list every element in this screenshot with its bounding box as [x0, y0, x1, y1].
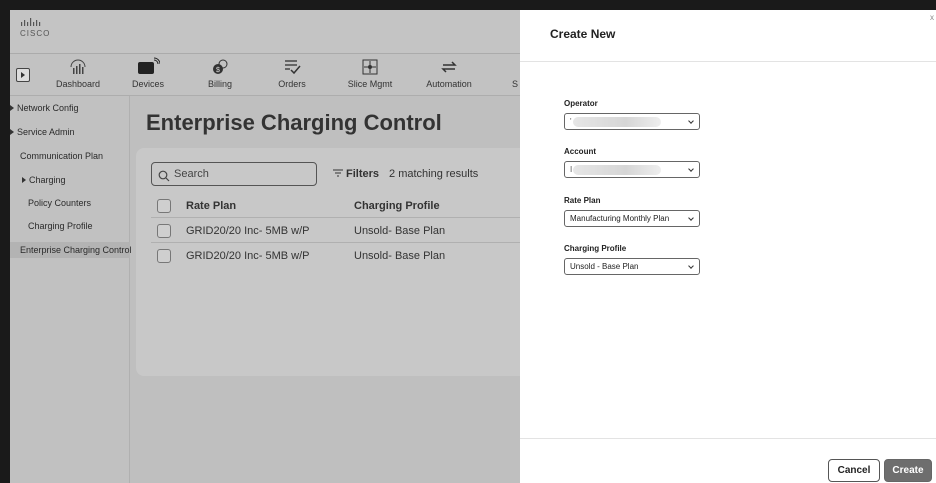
nav-label-devices: Devices	[131, 79, 164, 89]
close-icon[interactable]: x	[930, 13, 934, 22]
redacted-value	[573, 165, 661, 175]
billing-icon: $	[200, 56, 240, 78]
charging-profile-value: Unsold - Base Plan	[570, 262, 639, 271]
sidebar-item-service-admin[interactable]: Service Admin	[10, 124, 75, 140]
cisco-logo: CISCO	[20, 18, 50, 44]
nav-label-slice-mgmt: Slice Mgmt	[347, 79, 393, 89]
nav-label-billing: Billing	[207, 79, 232, 89]
main-content: Enterprise Charging Control Search Filte…	[131, 96, 520, 483]
main-nav: Dashboard Devices $ Billing Orders Slice…	[10, 54, 520, 96]
slice-mgmt-icon	[345, 56, 395, 78]
select-all-checkbox[interactable]	[157, 199, 171, 213]
results-card: Search Filters 2 matching results Rate Pl…	[136, 148, 520, 376]
table-header: Rate Plan Charging Profile	[151, 194, 520, 218]
page-title: Enterprise Charging Control	[146, 110, 442, 135]
nav-item-slice-mgmt[interactable]: Slice Mgmt	[345, 56, 395, 94]
account-label: Account	[564, 147, 596, 156]
cancel-button[interactable]: Cancel	[828, 459, 880, 482]
nav-label-truncated: S	[511, 79, 518, 89]
caret-right-icon	[10, 128, 14, 135]
redacted-value	[573, 117, 661, 127]
row-checkbox[interactable]	[157, 249, 171, 263]
rate-plan-value: Manufacturing Monthly Plan	[570, 214, 670, 223]
nav-item-orders[interactable]: Orders	[272, 56, 312, 94]
automation-icon	[420, 56, 478, 78]
sidebar-item-enterprise-charging-control[interactable]: Enterprise Charging Control	[10, 242, 132, 258]
row-checkbox[interactable]	[157, 224, 171, 238]
nav-item-truncated[interactable]: S	[510, 56, 520, 94]
sidebar-item-charging[interactable]: Charging	[22, 172, 66, 188]
nav-label-dashboard: Dashboard	[55, 79, 101, 89]
devices-icon	[128, 56, 168, 78]
caret-right-icon	[22, 176, 26, 183]
chevron-down-icon	[688, 118, 694, 124]
search-icon	[158, 168, 170, 190]
orders-icon	[272, 56, 312, 78]
charging-profile-select[interactable]: Unsold - Base Plan	[564, 258, 700, 275]
column-header-charging-profile: Charging Profile	[354, 200, 440, 212]
table-row[interactable]: GRID20/20 Inc- 5MB w/P Unsold- Base Plan	[151, 244, 520, 268]
panel-header: Create New x	[520, 10, 936, 62]
nav-item-billing[interactable]: $ Billing	[200, 56, 240, 94]
rate-plan-label: Rate Plan	[564, 196, 601, 205]
caret-right-icon	[10, 104, 14, 111]
create-button[interactable]: Create	[884, 459, 932, 482]
create-new-panel: Create New x Operator ' Account I Rate P…	[520, 10, 936, 483]
filters-button[interactable]: Filters	[346, 168, 379, 180]
operator-value-fragment: '	[570, 117, 572, 126]
app-window: CISCO Dashboard Devices $ Billing Orders…	[10, 10, 936, 483]
dashboard-icon	[50, 56, 106, 78]
search-input[interactable]: Search	[151, 162, 317, 186]
cell-rate-plan: GRID20/20 Inc- 5MB w/P	[186, 225, 310, 237]
cell-charging-profile: Unsold- Base Plan	[354, 225, 446, 237]
operator-select[interactable]: '	[564, 113, 700, 130]
sidebar-item-charging-profile[interactable]: Charging Profile	[28, 218, 93, 234]
chevron-down-icon	[688, 166, 694, 172]
search-placeholder: Search	[174, 168, 209, 180]
nav-label-automation: Automation	[426, 79, 472, 89]
panel-footer: Cancel Create	[520, 438, 936, 483]
filter-icon	[333, 168, 343, 180]
sidebar-item-network-config[interactable]: Network Config	[10, 100, 79, 116]
rate-plan-select[interactable]: Manufacturing Monthly Plan	[564, 210, 700, 227]
column-header-rate-plan: Rate Plan	[186, 200, 237, 212]
nav-item-dashboard[interactable]: Dashboard	[50, 56, 106, 94]
sidebar: Network Config Service Admin Communicati…	[10, 96, 132, 483]
chevron-down-icon	[688, 263, 694, 269]
nav-item-automation[interactable]: Automation	[420, 56, 478, 94]
chevron-down-icon	[688, 215, 694, 221]
cell-charging-profile: Unsold- Base Plan	[354, 250, 446, 262]
cell-rate-plan: GRID20/20 Inc- 5MB w/P	[186, 250, 310, 262]
sidebar-item-policy-counters[interactable]: Policy Counters	[28, 195, 91, 211]
filters-bar: Filters 2 matching results	[333, 168, 478, 180]
sidebar-item-communication-plan[interactable]: Communication Plan	[20, 148, 103, 164]
background-app: CISCO Dashboard Devices $ Billing Orders…	[10, 10, 520, 483]
logo-text: CISCO	[20, 29, 51, 38]
nav-item-devices[interactable]: Devices	[128, 56, 168, 94]
charging-profile-label: Charging Profile	[564, 244, 627, 253]
sidebar-toggle-button[interactable]	[16, 68, 30, 82]
panel-title: Create New	[550, 27, 616, 41]
account-value-fragment: I	[570, 165, 573, 174]
account-select[interactable]: I	[564, 161, 700, 178]
svg-text:$: $	[216, 67, 220, 74]
matching-results-count: 2 matching results	[389, 168, 479, 180]
operator-label: Operator	[564, 99, 598, 108]
top-bar: CISCO	[10, 10, 520, 54]
table-row[interactable]: GRID20/20 Inc- 5MB w/P Unsold- Base Plan	[151, 219, 520, 243]
nav-label-orders: Orders	[278, 79, 306, 89]
